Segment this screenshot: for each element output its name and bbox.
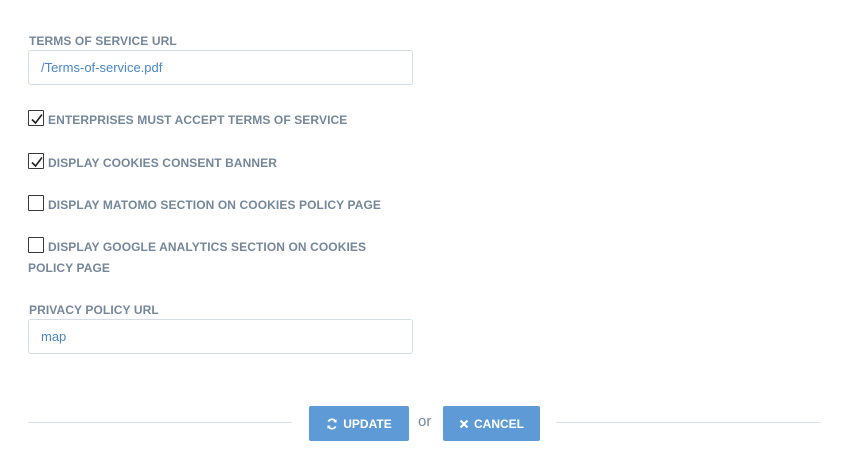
update-button[interactable]: UPDATE (309, 406, 409, 441)
update-button-label: UPDATE (343, 416, 392, 431)
close-icon (459, 419, 469, 429)
google-analytics-section-checkbox-row[interactable]: DISPLAY GOOGLE ANALYTICS SECTION ON COOK… (28, 237, 413, 279)
cancel-button[interactable]: CANCEL (443, 406, 540, 441)
checkmark-icon (31, 157, 43, 168)
privacy-policy-url-input[interactable] (28, 319, 413, 354)
cancel-button-label: CANCEL (474, 416, 524, 431)
privacy-policy-label: PRIVACY POLICY URL (29, 303, 159, 317)
settings-form: TERMS OF SERVICE URL ENTERPRISES MUST AC… (0, 0, 841, 457)
divider-left (28, 422, 292, 423)
or-separator: or (418, 413, 432, 430)
matomo-section-checkbox-row[interactable]: DISPLAY MATOMO SECTION ON COOKIES POLICY… (28, 195, 418, 216)
enterprises-accept-tos-checkbox-row[interactable]: ENTERPRISES MUST ACCEPT TERMS OF SERVICE (28, 110, 418, 131)
divider-right (556, 422, 821, 423)
checkmark-icon (31, 114, 43, 125)
terms-of-service-url-input[interactable] (28, 50, 413, 85)
matomo-section-checkbox[interactable] (28, 195, 44, 211)
terms-of-service-label: TERMS OF SERVICE URL (29, 34, 177, 48)
enterprises-accept-tos-label: ENTERPRISES MUST ACCEPT TERMS OF SERVICE (48, 113, 348, 127)
refresh-icon (326, 418, 338, 430)
enterprises-accept-tos-checkbox[interactable] (28, 110, 44, 126)
google-analytics-section-checkbox[interactable] (28, 237, 44, 253)
matomo-section-label: DISPLAY MATOMO SECTION ON COOKIES POLICY… (48, 198, 381, 212)
google-analytics-section-label: DISPLAY GOOGLE ANALYTICS SECTION ON COOK… (28, 240, 367, 275)
cookies-banner-label: DISPLAY COOKIES CONSENT BANNER (48, 156, 278, 170)
cookies-banner-checkbox-row[interactable]: DISPLAY COOKIES CONSENT BANNER (28, 153, 418, 174)
cookies-banner-checkbox[interactable] (28, 153, 44, 169)
